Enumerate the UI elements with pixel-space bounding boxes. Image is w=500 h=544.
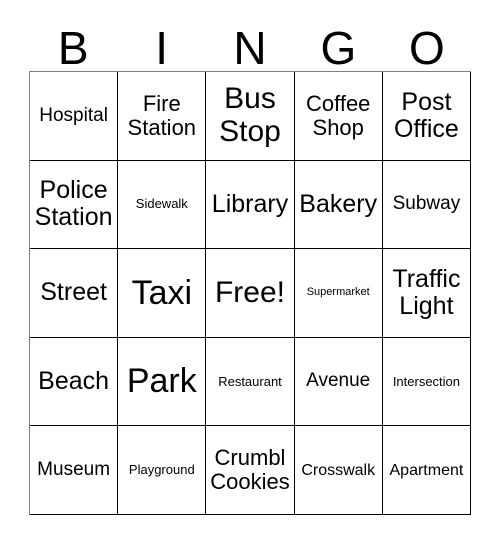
bingo-card: B I N GO Hospital Fire Station Bus Stop Coffee… xyxy=(0,0,500,544)
bingo-cell-subway[interactable]: Subway xyxy=(382,160,472,250)
bingo-cell-sidewalk[interactable]: Sidewalk xyxy=(118,160,207,250)
bingo-cell-label: Post Office xyxy=(393,87,459,143)
bingo-cell-label: Bus Stop xyxy=(219,82,281,148)
bingo-cell-label: Fire Station xyxy=(127,91,197,140)
bingo-cell-label: Museum xyxy=(37,458,111,480)
bingo-cell-intersection[interactable]: Intersection xyxy=(382,337,472,427)
bingo-cell-label: Playground xyxy=(128,462,195,478)
bingo-cell-free[interactable]: Free! xyxy=(206,249,295,338)
bingo-cell-restaurant[interactable]: Restaurant xyxy=(206,337,295,427)
bingo-cell-label: Sidewalk xyxy=(135,196,188,212)
bingo-cell-crosswalk[interactable]: Crosswalk xyxy=(294,426,383,515)
bingo-row: Beach Park Restaurant Avenue Intersection xyxy=(30,337,472,427)
bingo-cell-label: Avenue xyxy=(306,370,371,392)
bingo-cell-museum[interactable]: Museum xyxy=(30,426,119,515)
bingo-cell-label: Intersection xyxy=(392,373,461,389)
bingo-cell-label: Crumbl Cookies xyxy=(210,445,290,495)
bingo-cell-label: Coffee Shop xyxy=(306,91,371,140)
bingo-cell-library[interactable]: Library xyxy=(206,160,295,250)
bingo-cell-label: Subway xyxy=(392,193,461,215)
bingo-cell-label: Traffic Light xyxy=(392,264,461,320)
bingo-cell-coffee-shop[interactable]: Coffee Shop xyxy=(294,72,383,161)
bingo-cell-park[interactable]: Park xyxy=(118,337,207,427)
bingo-cell-label: Supermarket xyxy=(306,286,370,299)
bingo-cell-apartment[interactable]: Apartment xyxy=(382,426,472,515)
bingo-row: Street Taxi Free! Supermarket Traffic Light xyxy=(30,249,472,338)
bingo-header: B I N GO xyxy=(29,18,471,71)
bingo-cell-label: Apartment xyxy=(389,461,464,479)
bingo-cell-label: Library xyxy=(211,189,289,218)
bingo-cell-label: Police Station xyxy=(34,176,113,232)
bingo-row: Police Station Sidewalk Library Bakery Subwa… xyxy=(30,160,472,250)
bingo-cell-taxi[interactable]: Taxi xyxy=(118,249,207,338)
bingo-cell-crumbl-cookies[interactable]: Crumbl Cookies xyxy=(206,426,295,515)
bingo-cell-label: Park xyxy=(126,362,197,401)
bingo-header-letter-g: G xyxy=(320,22,357,74)
bingo-header-letter-o: O xyxy=(408,22,445,74)
bingo-cell-label: Free! xyxy=(214,275,286,309)
bingo-cell-bakery[interactable]: Bakery xyxy=(294,160,383,250)
bingo-cell-hospital[interactable]: Hospital xyxy=(30,72,119,161)
bingo-cell-label: Restaurant xyxy=(218,373,282,389)
bingo-grid: Hospital Fire Station Bus Stop Coffee Shop P… xyxy=(29,71,472,515)
bingo-cell-playground[interactable]: Playground xyxy=(118,426,207,515)
bingo-cell-label: Bakery xyxy=(299,189,378,218)
bingo-cell-police-station[interactable]: Police Station xyxy=(30,160,119,250)
bingo-cell-fire-station[interactable]: Fire Station xyxy=(118,72,207,161)
bingo-cell-avenue[interactable]: Avenue xyxy=(294,337,383,427)
bingo-header-letter-n: N xyxy=(233,22,267,74)
bingo-cell-bus-stop[interactable]: Bus Stop xyxy=(206,72,295,161)
bingo-header-letter-b: B xyxy=(57,22,89,74)
bingo-cell-label: Street xyxy=(40,278,107,307)
bingo-cell-supermarket[interactable]: Supermarket xyxy=(294,249,383,338)
bingo-row: Museum Playground Crumbl Cookies Crosswalk A… xyxy=(30,426,472,515)
bingo-cell-post-office[interactable]: Post Office xyxy=(382,72,472,161)
bingo-cell-beach[interactable]: Beach xyxy=(30,337,119,427)
bingo-row: Hospital Fire Station Bus Stop Coffee Shop P… xyxy=(30,72,472,161)
bingo-cell-label: Taxi xyxy=(131,273,193,312)
bingo-header-letter-i: I xyxy=(155,22,168,74)
bingo-cell-traffic-light[interactable]: Traffic Light xyxy=(382,249,472,338)
bingo-cell-street[interactable]: Street xyxy=(30,249,119,338)
bingo-cell-label: Crosswalk xyxy=(301,461,376,479)
bingo-cell-label: Hospital xyxy=(39,104,108,126)
bingo-cell-label: Beach xyxy=(38,367,110,396)
